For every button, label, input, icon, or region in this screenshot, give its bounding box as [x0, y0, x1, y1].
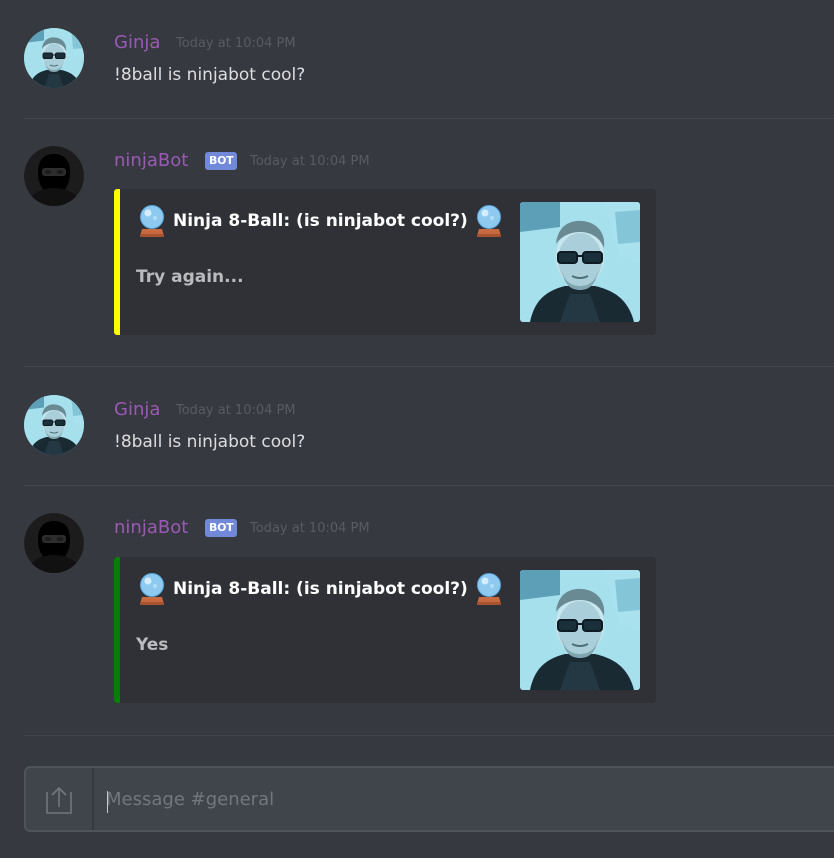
crystal-ball-icon — [139, 205, 165, 237]
message-timestamp: Today at 10:04 PM — [176, 36, 296, 51]
message-embed: Ninja 8-Ball: (is ninjabot cool?) Yes — [114, 557, 656, 703]
user-avatar[interactable] — [24, 395, 84, 455]
message-divider — [24, 485, 834, 486]
embed-color-bar — [114, 557, 120, 703]
message-input[interactable] — [106, 768, 806, 830]
chat-message-list: Ginja Today at 10:04 PM !8ball is ninjab… — [0, 0, 834, 858]
embed-description: Try again... — [136, 267, 244, 287]
bot-badge: BOT — [205, 519, 238, 537]
bot-avatar[interactable] — [24, 146, 84, 206]
message-divider — [24, 118, 834, 119]
message-composer — [24, 766, 834, 832]
upload-button[interactable] — [26, 768, 94, 830]
message-content: !8ball is ninjabot cool? — [114, 65, 306, 85]
user-photo-thumbnail-icon — [520, 202, 640, 322]
bot-avatar[interactable] — [24, 513, 84, 573]
crystal-ball-icon — [139, 573, 165, 605]
embed-title: Ninja 8-Ball: (is ninjabot cool?) — [138, 205, 503, 237]
embed-title: Ninja 8-Ball: (is ninjabot cool?) — [138, 573, 503, 605]
message-divider — [24, 735, 834, 736]
bot-badge: BOT — [205, 152, 238, 170]
ninja-bot-avatar-icon — [24, 513, 84, 573]
text-cursor — [107, 791, 108, 813]
crystal-ball-icon — [476, 573, 502, 605]
user-photo-thumbnail-icon — [520, 570, 640, 690]
message-author[interactable]: ninjaBot — [114, 151, 188, 171]
embed-title-text: Ninja 8-Ball: (is ninjabot cool?) — [173, 579, 468, 599]
message-timestamp: Today at 10:04 PM — [176, 403, 296, 418]
embed-thumbnail[interactable] — [520, 202, 640, 322]
message-author[interactable]: Ginja — [114, 400, 160, 420]
embed-thumbnail[interactable] — [520, 570, 640, 690]
message-author[interactable]: ninjaBot — [114, 518, 188, 538]
embed-title-text: Ninja 8-Ball: (is ninjabot cool?) — [173, 211, 468, 231]
crystal-ball-icon — [476, 205, 502, 237]
user-avatar[interactable] — [24, 28, 84, 88]
message-content: !8ball is ninjabot cool? — [114, 432, 306, 452]
message-divider — [24, 366, 834, 367]
message-timestamp: Today at 10:04 PM — [250, 154, 370, 169]
message-embed: Ninja 8-Ball: (is ninjabot cool?) Try ag… — [114, 189, 656, 335]
ninja-bot-avatar-icon — [24, 146, 84, 206]
embed-description: Yes — [136, 635, 169, 655]
message-timestamp: Today at 10:04 PM — [250, 521, 370, 536]
user-avatar-photo-icon — [24, 395, 84, 455]
user-avatar-photo-icon — [24, 28, 84, 88]
message-author[interactable]: Ginja — [114, 33, 160, 53]
upload-icon — [46, 786, 72, 814]
embed-color-bar — [114, 189, 120, 335]
